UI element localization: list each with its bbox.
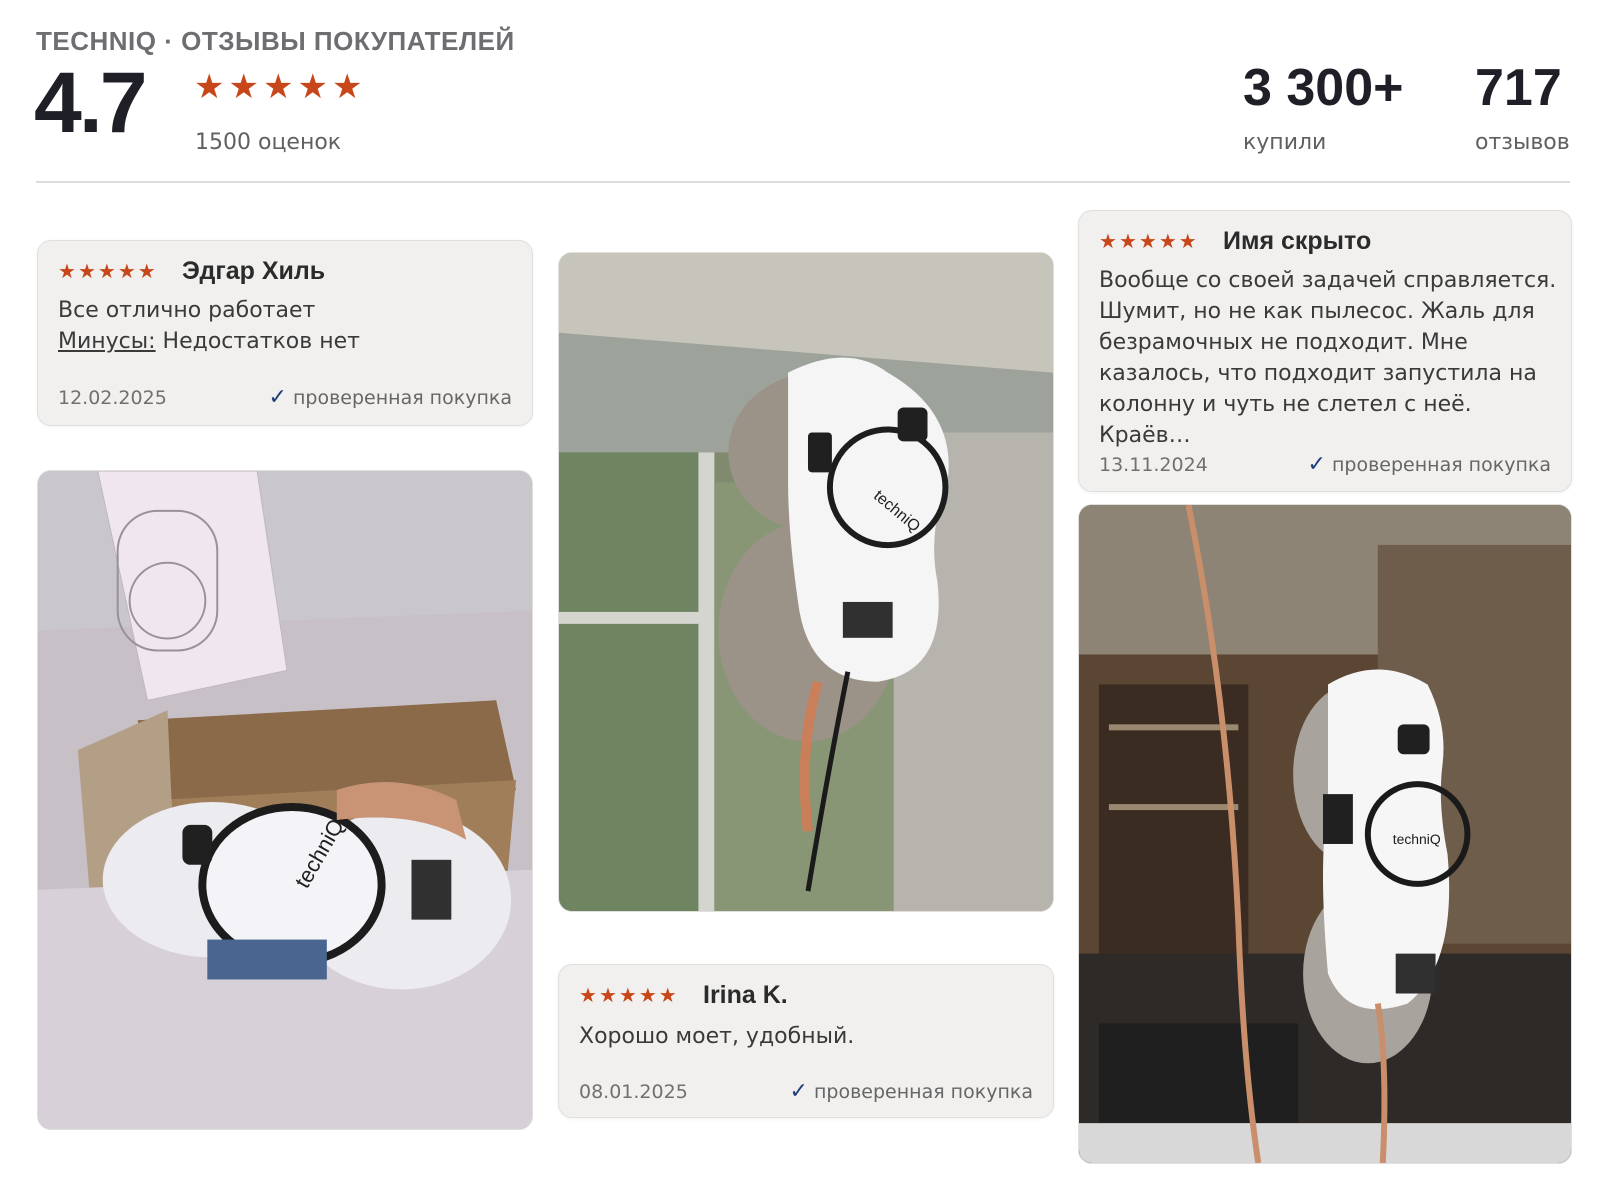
review-stars: ★ ★ ★ ★ ★ (58, 261, 156, 281)
average-rating: 4.7 (34, 55, 148, 151)
porch-window-image: techniQ (1079, 505, 1571, 1163)
stat-reviews-label: отзывов (1475, 130, 1570, 155)
star-icon: ★ (297, 67, 328, 107)
star-icon: ★ (137, 259, 156, 283)
verified-label: проверенная покупка (1331, 453, 1551, 476)
star-icon: ★ (331, 67, 363, 107)
review-text: Хорошо моет, удобный. (579, 1024, 855, 1049)
review-photo-porch[interactable]: techniQ (1078, 504, 1572, 1164)
review-card[interactable]: ★ ★ ★ ★ ★ Имя скрыто Вообще со своей зад… (1078, 210, 1572, 492)
rating-stars: ★ ★ ★ ★ ★ (194, 70, 362, 104)
product-in-box-image: techniQ (38, 471, 532, 1129)
review-body: Все отлично работает (58, 298, 316, 323)
page-subtitle: TECHNIQ · ОТЗЫВЫ ПОКУПАТЕЛЕЙ (36, 26, 515, 56)
review-minus: Минусы: Недостатков нет (58, 326, 514, 357)
star-icon: ★ (618, 983, 637, 1007)
review-text: Вообще со своей задачей справляется. Шум… (1099, 268, 1557, 448)
star-icon: ★ (228, 67, 259, 107)
stat-bought-label: купили (1243, 130, 1327, 155)
rating-count: 1500 оценок (195, 130, 342, 155)
minus-label: Минусы: (58, 329, 156, 354)
star-icon: ★ (1118, 229, 1137, 253)
review-author: Irina K. (703, 981, 788, 1009)
review-author: Эдгар Хиль (182, 257, 326, 285)
star-icon: ★ (1138, 229, 1157, 253)
star-icon: ★ (1099, 229, 1117, 253)
check-icon: ✓ (268, 385, 287, 410)
verified-badge: ✓ проверенная покупка (1308, 452, 1551, 477)
review-text: Все отлично работает Минусы: Недостатков… (58, 295, 514, 357)
star-icon: ★ (77, 259, 96, 283)
stat-bought-value: 3 300+ (1243, 59, 1404, 117)
check-icon: ✓ (789, 1079, 808, 1104)
review-author: Имя скрыто (1223, 227, 1372, 255)
star-icon: ★ (58, 259, 76, 283)
star-icon: ★ (658, 983, 677, 1007)
star-icon: ★ (97, 259, 116, 283)
stat-bought: 3 300+ купили (1243, 62, 1404, 155)
star-icon: ★ (1158, 229, 1177, 253)
verified-label: проверенная покупка (292, 386, 512, 409)
stat-reviews-value: 717 (1475, 59, 1562, 117)
brand-logo: techniQ (1393, 831, 1441, 847)
star-icon: ★ (117, 259, 136, 283)
review-date: 08.01.2025 (579, 1081, 688, 1103)
minus-text: Недостатков нет (155, 329, 360, 354)
star-icon: ★ (1178, 229, 1197, 253)
verified-label: проверенная покупка (813, 1080, 1033, 1103)
star-icon: ★ (638, 983, 657, 1007)
star-icon: ★ (598, 983, 617, 1007)
stat-reviews: 717 отзывов (1475, 62, 1570, 155)
header-divider (36, 181, 1570, 183)
review-stars: ★ ★ ★ ★ ★ (1099, 231, 1197, 251)
review-date: 12.02.2025 (58, 387, 167, 409)
window-cleaner-image: techniQ (559, 253, 1053, 911)
star-icon: ★ (579, 983, 597, 1007)
check-icon: ✓ (1307, 452, 1326, 477)
verified-badge: ✓ проверенная покупка (790, 1079, 1033, 1104)
verified-badge: ✓ проверенная покупка (269, 385, 512, 410)
review-date: 13.11.2024 (1099, 454, 1208, 476)
review-stars: ★ ★ ★ ★ ★ (579, 985, 677, 1005)
review-photo-box[interactable]: techniQ (37, 470, 533, 1130)
star-icon: ★ (262, 67, 294, 107)
star-icon: ★ (194, 67, 225, 107)
review-card[interactable]: ★ ★ ★ ★ ★ Эдгар Хиль Все отлично работае… (37, 240, 533, 426)
review-photo-window[interactable]: techniQ (558, 252, 1054, 912)
review-card[interactable]: ★ ★ ★ ★ ★ Irina K. Хорошо моет, удобный.… (558, 964, 1054, 1118)
